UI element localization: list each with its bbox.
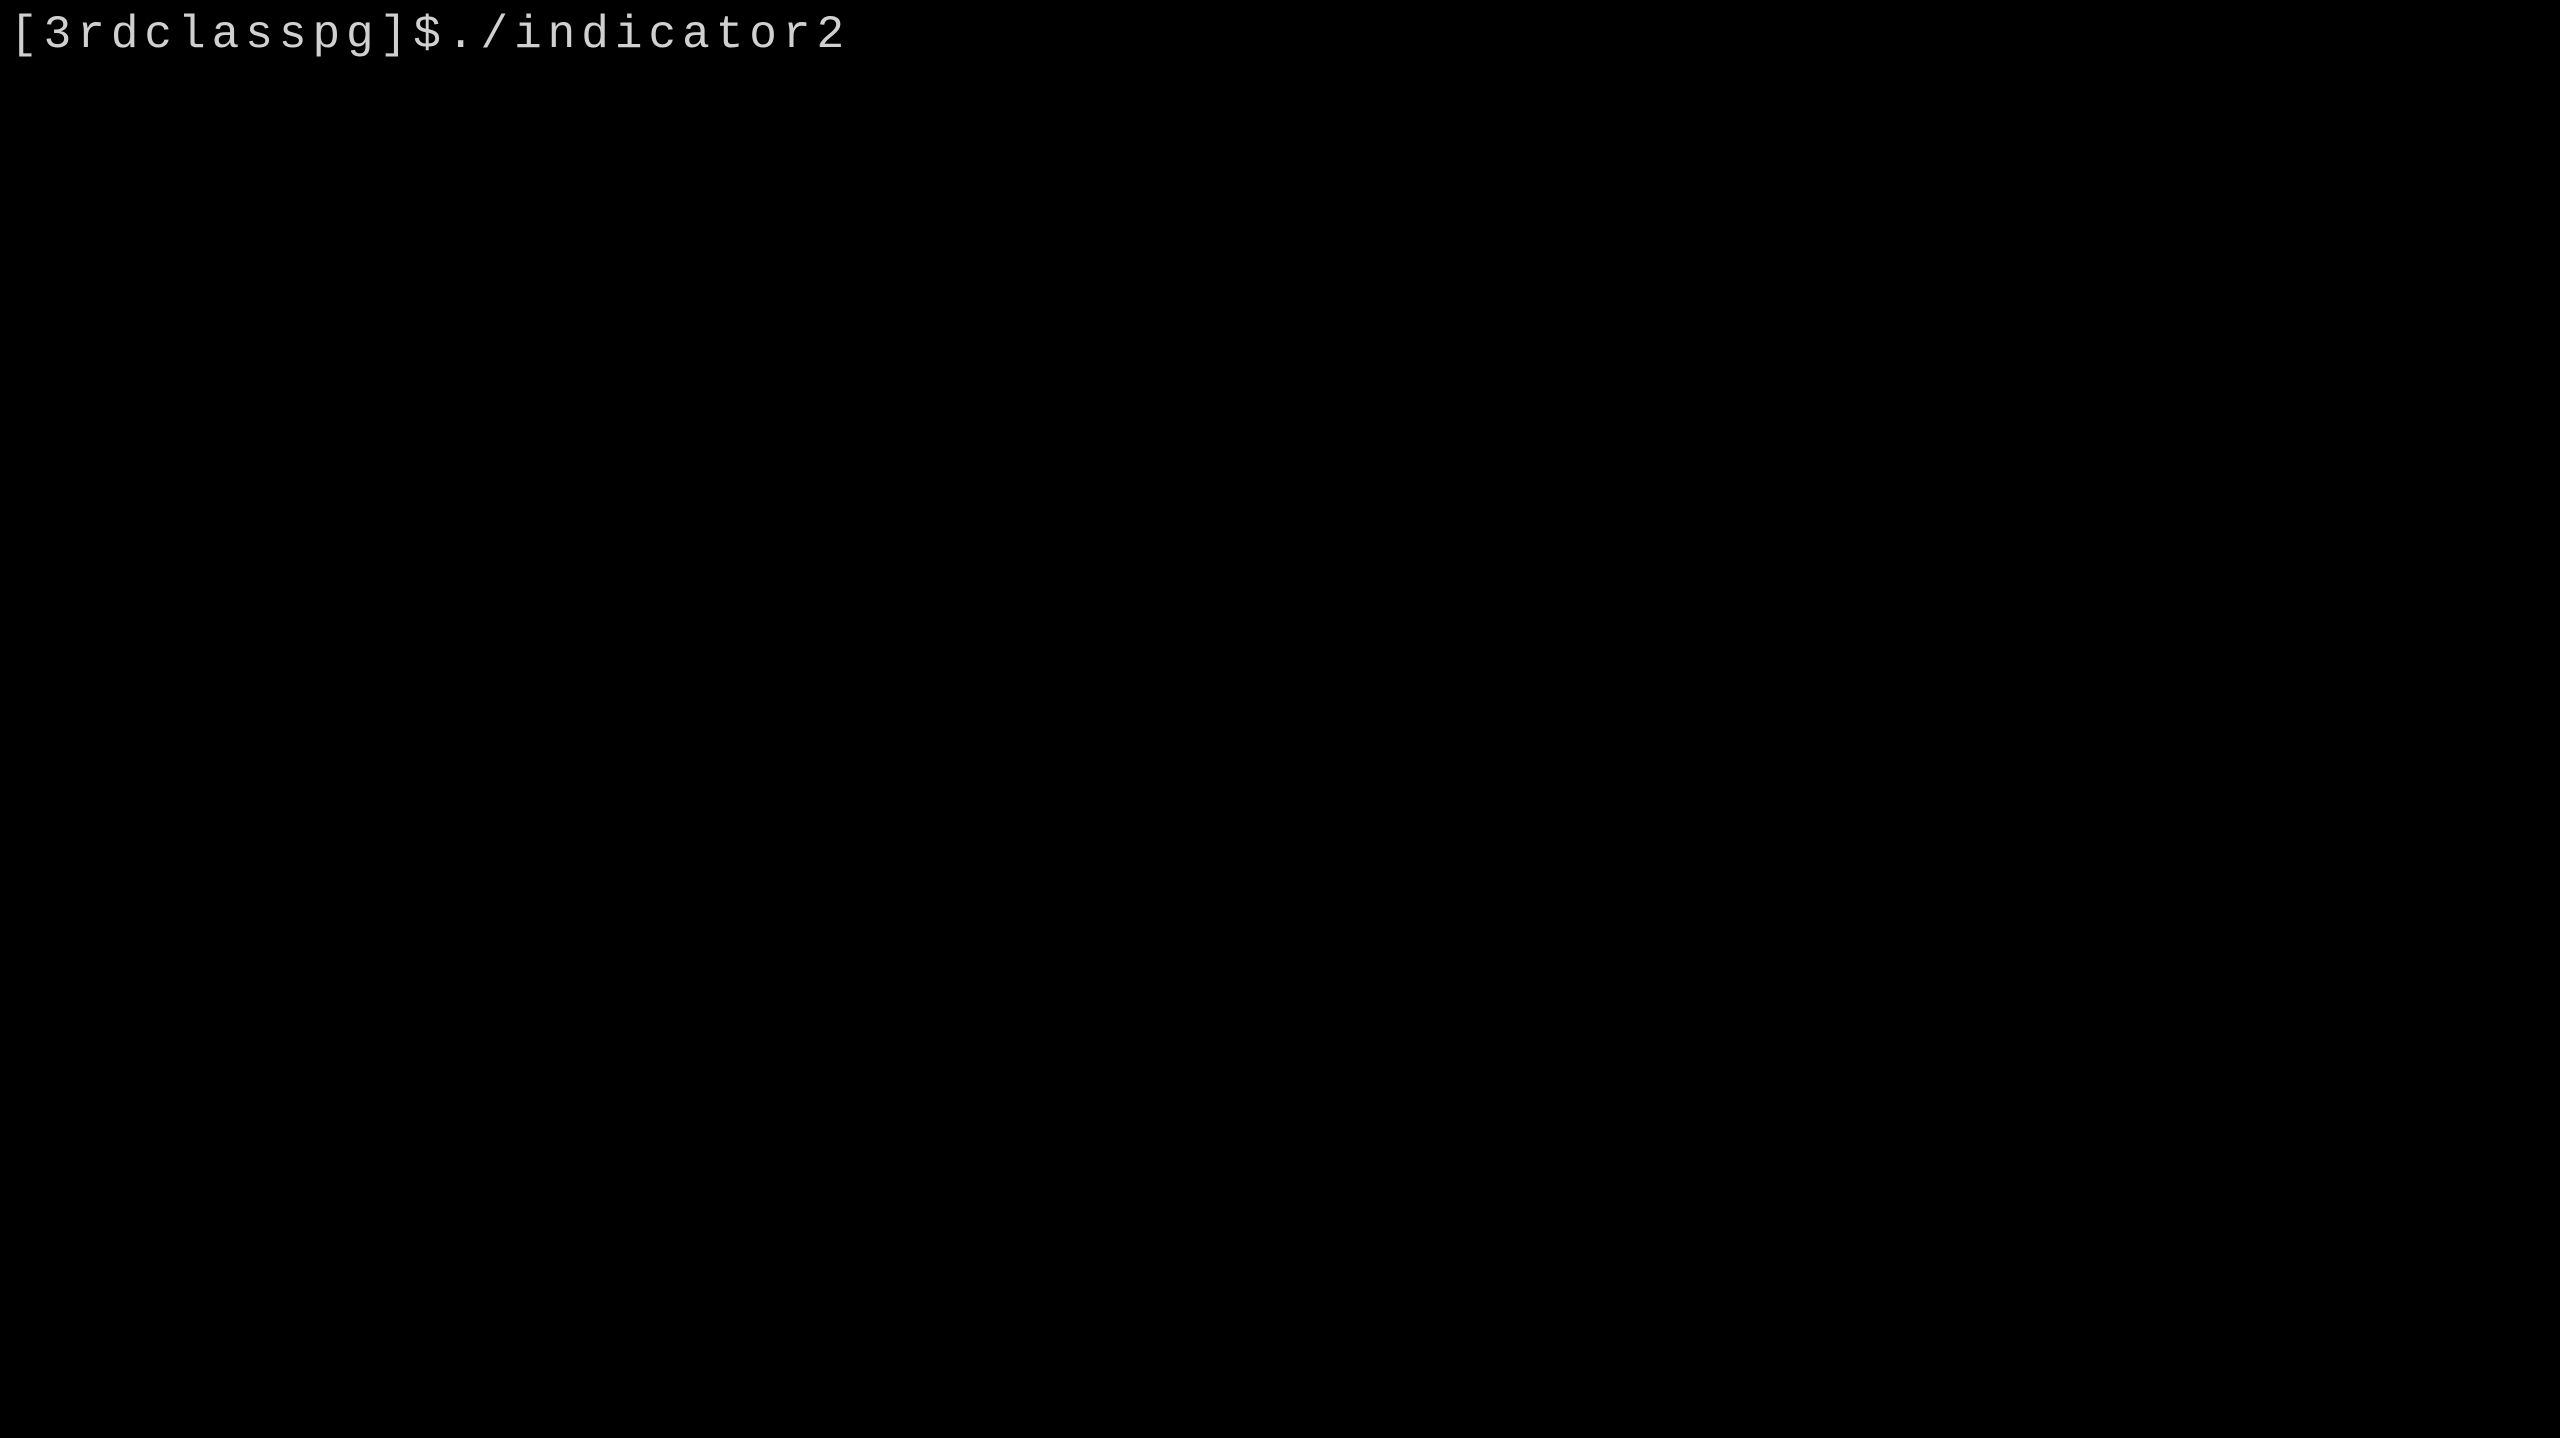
terminal-window[interactable]: [3rdclasspg]$./indicator2 (0, 0, 2560, 1438)
command-input[interactable]: ./indicator2 (447, 9, 850, 61)
shell-prompt: [3rdclasspg]$ (10, 9, 447, 61)
terminal-line: [3rdclasspg]$./indicator2 (10, 8, 2550, 63)
